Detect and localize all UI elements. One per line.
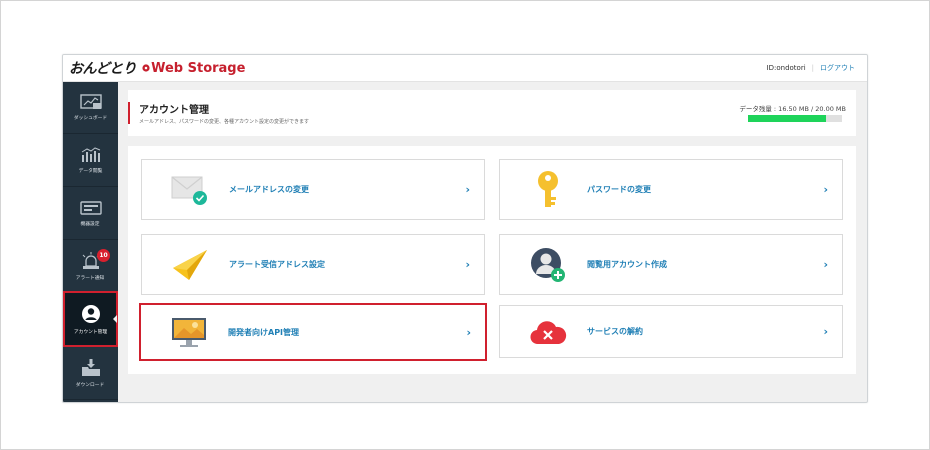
dashboard-icon bbox=[79, 94, 102, 109]
device-settings-icon bbox=[79, 201, 102, 215]
sidebar-item-label: データ閲覧 bbox=[78, 168, 103, 174]
active-indicator bbox=[113, 315, 117, 323]
storage-progress-fill bbox=[748, 115, 826, 122]
sidebar-item-alert[interactable]: 10 アラート通知 bbox=[63, 241, 118, 293]
add-user-icon bbox=[528, 245, 568, 285]
sidebar-item-dashboard[interactable]: ダッシュボード bbox=[63, 82, 118, 134]
card-label: 閲覧用アカウント作成 bbox=[587, 260, 667, 269]
sidebar: ダッシュボード データ閲覧 機器設定 10 アラート通知 アカウント管理 ダウン… bbox=[63, 82, 118, 402]
sidebar-item-label: アカウント管理 bbox=[73, 328, 108, 335]
storage-remaining-label: データ残量 : 16.50 MB / 20.00 MB bbox=[739, 105, 846, 113]
alert-count-badge: 10 bbox=[97, 249, 110, 262]
sidebar-item-device-settings[interactable]: 機器設定 bbox=[63, 188, 118, 240]
cancel-service-card[interactable]: サービスの解約 › bbox=[499, 305, 843, 358]
user-id-label: ID:ondotori bbox=[766, 64, 806, 72]
card-label: 開発者向けAPI管理 bbox=[228, 327, 300, 337]
page-description: メールアドレス、パスワードの変更、各種アカウント設定の変更ができます bbox=[139, 119, 310, 125]
card-label: サービスの解約 bbox=[587, 327, 643, 336]
monitor-api-icon bbox=[169, 313, 209, 353]
sidebar-item-data-view[interactable]: データ閲覧 bbox=[63, 135, 118, 187]
change-password-card[interactable]: パスワードの変更 › bbox=[499, 159, 843, 220]
account-icon bbox=[81, 304, 100, 323]
create-viewer-account-card[interactable]: 閲覧用アカウント作成 › bbox=[499, 234, 843, 295]
sidebar-item-label: ダッシュボード bbox=[73, 115, 108, 121]
top-header: おんどとり Web Storage ID:ondotori | ログアウト bbox=[63, 55, 867, 82]
app-logo[interactable]: おんどとり Web Storage bbox=[69, 58, 245, 78]
developer-api-card[interactable]: 開発者向けAPI管理 › bbox=[139, 303, 487, 361]
logo-web-storage-text: Web Storage bbox=[151, 60, 246, 76]
chevron-right-icon: › bbox=[465, 183, 470, 196]
alert-address-settings-card[interactable]: アラート受信アドレス設定 › bbox=[141, 234, 485, 295]
sidebar-item-download[interactable]: ダウンロード bbox=[63, 348, 118, 400]
chevron-right-icon: › bbox=[823, 183, 828, 196]
card-label: メールアドレスの変更 bbox=[229, 185, 309, 194]
logo-ondotori-text: おんどとり bbox=[69, 61, 137, 77]
envelope-check-icon bbox=[170, 170, 210, 210]
card-label: アラート受信アドレス設定 bbox=[229, 260, 325, 269]
page-title: アカウント管理 bbox=[139, 105, 209, 116]
sidebar-item-account[interactable]: アカウント管理 bbox=[63, 291, 118, 347]
key-icon bbox=[528, 170, 568, 210]
page-header-panel: アカウント管理 メールアドレス、パスワードの変更、各種アカウント設定の変更ができ… bbox=[128, 90, 856, 136]
logout-link[interactable]: ログアウト bbox=[820, 63, 855, 73]
logo-flower-icon bbox=[142, 64, 150, 72]
sidebar-item-label: アラート通知 bbox=[76, 275, 105, 281]
data-view-icon bbox=[81, 147, 100, 162]
storage-progress-bar bbox=[748, 115, 842, 122]
chevron-right-icon: › bbox=[466, 325, 471, 339]
sidebar-item-label: 機器設定 bbox=[80, 221, 100, 227]
chevron-right-icon: › bbox=[823, 258, 828, 271]
account-menu-panel: メールアドレスの変更 › パスワードの変更 › アラート受信アドレス設定 › 閲… bbox=[128, 146, 856, 374]
paper-plane-icon bbox=[170, 245, 210, 285]
card-label: パスワードの変更 bbox=[587, 185, 651, 194]
title-accent-bar bbox=[128, 102, 130, 124]
header-user-area: ID:ondotori | ログアウト bbox=[767, 63, 855, 73]
app-window: おんどとり Web Storage ID:ondotori | ログアウト ダッ… bbox=[62, 54, 868, 403]
chevron-right-icon: › bbox=[465, 258, 470, 271]
download-icon bbox=[81, 359, 100, 376]
sidebar-item-label: ダウンロード bbox=[76, 382, 105, 388]
change-email-card[interactable]: メールアドレスの変更 › bbox=[141, 159, 485, 220]
header-separator: | bbox=[811, 64, 814, 72]
cloud-cancel-icon bbox=[528, 312, 568, 352]
chevron-right-icon: › bbox=[823, 325, 828, 338]
